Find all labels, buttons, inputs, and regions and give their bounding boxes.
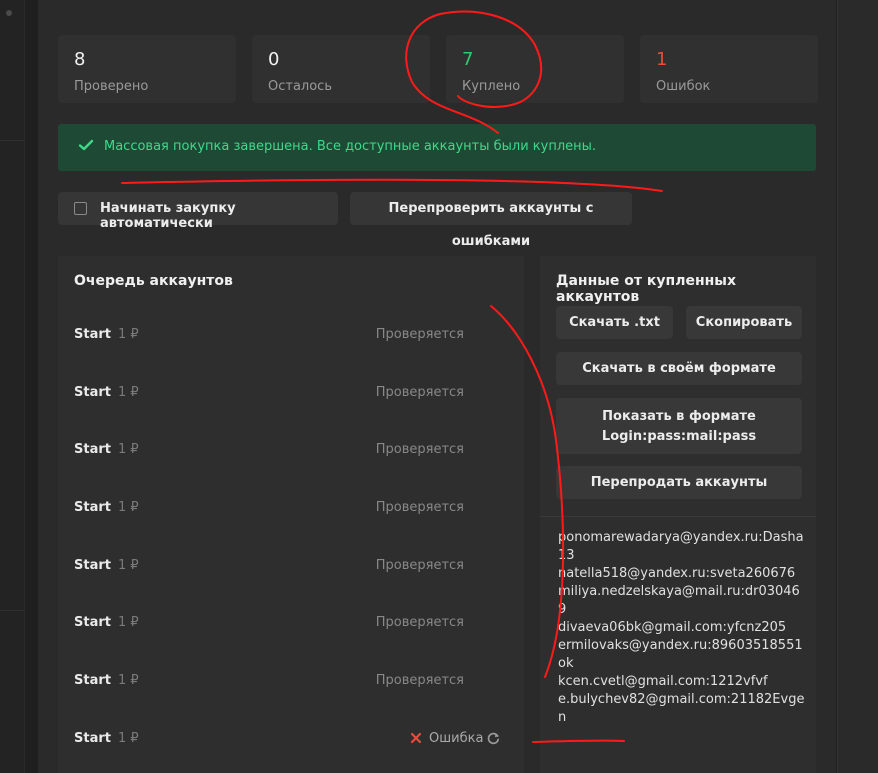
account-name: Start <box>74 442 111 457</box>
right-panel-edge <box>837 0 878 773</box>
account-price: 1 ₽ <box>118 731 139 746</box>
account-name: Start <box>74 731 111 746</box>
account-entry: ponomarewadarya@yandex.ru:Dasha13 <box>558 530 804 563</box>
account-status: Проверяется <box>375 615 464 630</box>
account-status: Проверяется <box>375 442 464 457</box>
account-price: 1 ₽ <box>118 327 139 342</box>
stat-checked: 8 Проверено <box>58 35 236 103</box>
account-price: 1 ₽ <box>118 673 139 688</box>
resell-accounts-button[interactable]: Перепродать аккаунты <box>556 466 802 499</box>
stat-label: Ошибок <box>656 79 711 94</box>
queue-row: Start 1 ₽ Проверяется <box>58 435 524 465</box>
account-price: 1 ₽ <box>118 558 139 573</box>
account-price: 1 ₽ <box>118 500 139 515</box>
account-status: Проверяется <box>375 673 464 688</box>
panel-divider <box>540 516 816 517</box>
account-queue-panel: Очередь аккаунтов Start 1 ₽ Проверяется … <box>58 256 524 773</box>
account-name: Start <box>74 385 111 400</box>
account-name: Start <box>74 500 111 515</box>
account-status: Проверяется <box>375 327 464 342</box>
stat-value: 8 <box>74 49 86 70</box>
account-entry: e.bulychev82@gmail.com:21182Evgen <box>558 692 805 725</box>
account-status: Проверяется <box>375 500 464 515</box>
checkbox-box[interactable] <box>74 202 87 215</box>
account-name: Start <box>74 327 111 342</box>
queue-row: Start 1 ₽ Проверяется <box>58 378 524 408</box>
account-price: 1 ₽ <box>118 442 139 457</box>
account-entry: miliya.nedzelskaya@mail.ru:dr030469 <box>558 584 800 617</box>
success-banner: Массовая покупка завершена. Все доступны… <box>58 124 816 171</box>
account-entry: natella518@yandex.ru:sveta260676 <box>558 566 796 581</box>
download-txt-button[interactable]: Скачать .txt <box>556 306 673 339</box>
account-status: Ошибка <box>429 731 484 746</box>
accounts-list[interactable]: ponomarewadarya@yandex.ru:Dasha13 natell… <box>558 529 808 727</box>
account-name: Start <box>74 558 111 573</box>
queue-row: Start 1 ₽ Ошибка <box>58 724 524 754</box>
stat-bought: 7 Куплено <box>446 35 624 103</box>
download-custom-format-button[interactable]: Скачать в своём формате <box>556 352 802 385</box>
account-entry: divaeva06bk@gmail.com:yfcnz205 <box>558 620 787 635</box>
bought-panel-title: Данные от купленных аккаунтов <box>556 273 736 305</box>
account-status: Проверяется <box>375 385 464 400</box>
stat-label: Куплено <box>462 79 521 94</box>
account-entry: kcen.cvetl@gmail.com:1212vfvf <box>558 674 768 689</box>
banner-text: Массовая покупка завершена. Все доступны… <box>104 139 597 154</box>
stat-value: 0 <box>268 49 280 70</box>
queue-row: Start 1 ₽ Проверяется <box>58 666 524 696</box>
queue-row: Start 1 ₽ Проверяется <box>58 320 524 350</box>
left-sidebar-edge <box>0 0 25 773</box>
auto-buy-checkbox[interactable]: Начинать закупку автоматически <box>58 192 338 231</box>
sidebar-divider <box>0 140 24 141</box>
account-entry: ermilovaks@yandex.ru:89603518551ok <box>558 638 803 671</box>
auto-buy-label: Начинать закупку автоматически <box>100 201 236 231</box>
account-price: 1 ₽ <box>118 615 139 630</box>
queue-title: Очередь аккаунтов <box>74 273 233 289</box>
account-status: Проверяется <box>375 558 464 573</box>
checkmark-icon <box>78 139 94 151</box>
error-x-icon <box>410 732 422 744</box>
sidebar-divider <box>0 610 24 611</box>
sidebar-mark <box>6 10 12 16</box>
stat-errors: 1 Ошибок <box>640 35 818 103</box>
recheck-errors-button[interactable]: Перепроверить аккаунты с ошибками <box>350 192 632 249</box>
queue-row: Start 1 ₽ Проверяется <box>58 551 524 581</box>
stat-remaining: 0 Осталось <box>252 35 430 103</box>
stat-value: 1 <box>656 49 668 70</box>
bought-accounts-panel: Данные от купленных аккаунтов Скачать .t… <box>540 256 816 773</box>
copy-button[interactable]: Скопировать <box>686 306 802 339</box>
stat-value: 7 <box>462 49 474 70</box>
account-name: Start <box>74 615 111 630</box>
account-price: 1 ₽ <box>118 385 139 400</box>
stat-label: Проверено <box>74 79 149 94</box>
retry-icon[interactable] <box>486 731 501 746</box>
account-name: Start <box>74 673 111 688</box>
queue-row: Start 1 ₽ Проверяется <box>58 493 524 523</box>
stat-label: Осталось <box>268 79 332 94</box>
show-format-button[interactable]: Показать в формате Login:pass:mail:pass <box>556 398 802 454</box>
queue-row: Start 1 ₽ Проверяется <box>58 608 524 638</box>
